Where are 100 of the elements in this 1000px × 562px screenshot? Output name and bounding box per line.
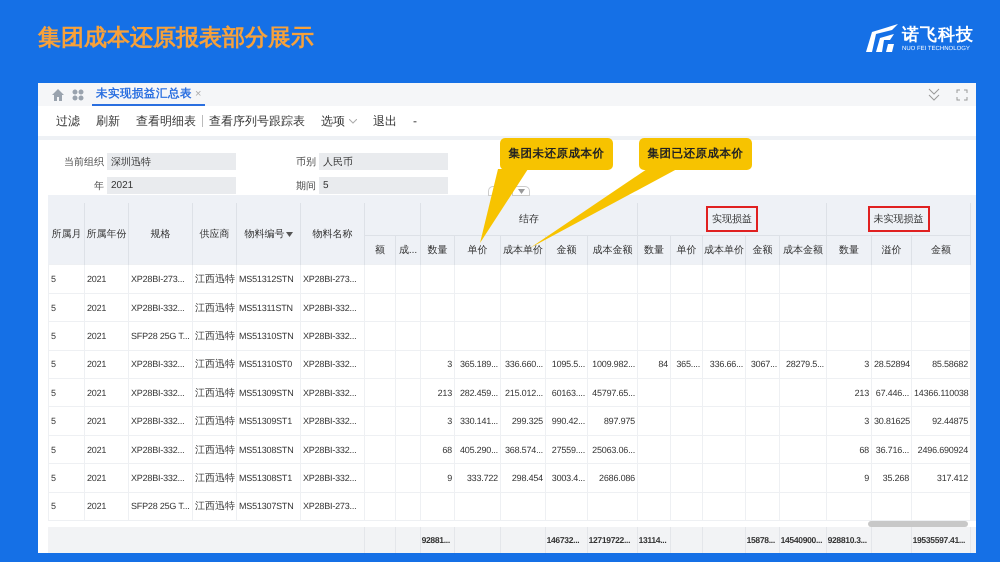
table-cell: 317.412 — [912, 464, 971, 492]
toolbar-button[interactable]: 过滤 — [56, 112, 80, 130]
table-cell: 84 — [638, 350, 670, 379]
table-cell: XP28BI-332... — [128, 350, 192, 379]
filter-field[interactable]: 深圳迅特 — [107, 153, 236, 170]
table-cell: 5 — [48, 435, 84, 464]
table-cell: 江西迅特 — [192, 350, 236, 379]
table-cell: 365.... — [670, 350, 702, 379]
toolbar-button[interactable]: - — [413, 114, 417, 128]
filter-field[interactable]: 5 — [319, 177, 448, 194]
table-cell: 213 — [420, 378, 454, 407]
table-cell: 213 — [826, 378, 872, 407]
table-cell: 299.325 — [500, 406, 546, 436]
logo-icon — [864, 24, 898, 52]
table-cell: 68 — [420, 435, 454, 464]
group-header: 结存 — [518, 212, 540, 228]
chevron-down-icon — [349, 118, 357, 124]
table-cell: MS51311STN — [236, 293, 300, 322]
callout: 集团未还原成本价 — [500, 138, 613, 170]
slide-title: 集团成本还原报表部分展示 — [38, 23, 314, 52]
total-cell: 92881... — [420, 527, 454, 553]
table-cell: 1095.5... — [546, 350, 588, 379]
table-cell: 35.268 — [872, 464, 912, 492]
field-label: 当前组织 — [63, 156, 104, 169]
table-cell: XP28BI-332... — [128, 406, 192, 436]
toolbar-button[interactable]: 查看序列号跟踪表 — [209, 112, 305, 130]
table-cell: 25063.06... — [588, 435, 638, 464]
table-cell: 9 — [826, 464, 872, 492]
table-cell: 5 — [48, 492, 84, 520]
table-cell: 282.459... — [454, 378, 500, 407]
table-cell: 68 — [826, 435, 872, 464]
table-cell: XP28BI-332... — [300, 293, 364, 322]
table-cell: 298.454 — [500, 464, 546, 492]
table-cell: 333.722 — [454, 464, 500, 492]
table-cell: 2021 — [84, 350, 128, 379]
table-cell: XP28BI-273... — [300, 492, 364, 520]
table-cell: MS51309ST1 — [236, 406, 300, 436]
table-cell: XP28BI-332... — [128, 378, 192, 407]
table-cell: 2686.086 — [588, 464, 638, 492]
table-cell: 990.42... — [546, 406, 588, 436]
table-cell: 5 — [48, 464, 84, 492]
table-cell: 2021 — [84, 492, 128, 520]
table-cell: 2021 — [84, 322, 128, 350]
table-cell: 60163.... — [546, 378, 588, 407]
table-cell: 5 — [48, 293, 84, 322]
table-cell: XP28BI-332... — [128, 293, 192, 322]
total-cell: 13114... — [637, 527, 670, 553]
toolbar-button[interactable]: 退出 — [373, 112, 397, 130]
table-cell: XP28BI-332... — [300, 435, 364, 464]
table-cell: 江西迅特 — [192, 322, 236, 350]
callout: 集团已还原成本价 — [639, 138, 752, 170]
table-cell: 江西迅特 — [192, 435, 236, 464]
table-cell: 5 — [48, 378, 84, 407]
table-cell: XP28BI-332... — [300, 322, 364, 350]
total-cell: 14540900... — [779, 527, 826, 553]
table-cell: 215.012... — [500, 378, 546, 407]
total-cell: 12719722... — [587, 527, 638, 553]
table-cell: 江西迅特 — [192, 293, 236, 322]
table-cell: 3067... — [746, 350, 780, 379]
home-icon[interactable] — [52, 88, 64, 100]
toolbar-button[interactable]: 查看明细表 — [136, 112, 196, 130]
table-cell: 336.66... — [702, 350, 746, 379]
total-cell: 19535597.41... — [911, 527, 970, 553]
table-cell: 2021 — [84, 293, 128, 322]
table-cell: 3 — [420, 406, 454, 436]
scrollbar-thumb[interactable] — [868, 521, 968, 527]
table-cell: 45797.65... — [588, 378, 638, 407]
double-chevron-icon[interactable] — [928, 88, 940, 102]
grid-icon[interactable] — [72, 88, 84, 100]
table-cell: 江西迅特 — [192, 464, 236, 492]
table-cell: XP28BI-273... — [128, 264, 192, 294]
table-cell: 3 — [826, 350, 872, 379]
table-cell: 2021 — [84, 406, 128, 436]
total-cell: 146732... — [545, 527, 588, 553]
table-cell: 92.44875 — [912, 406, 971, 436]
table-cell: 9 — [420, 464, 454, 492]
table-cell: 14366.110038 — [912, 378, 971, 407]
table-cell: 336.660... — [500, 350, 546, 379]
field-label: 币别 — [295, 156, 316, 169]
field-label: 年 — [93, 180, 104, 193]
table-cell: 30.81625 — [872, 406, 912, 436]
table-cell: 3 — [420, 350, 454, 379]
table-cell: 江西迅特 — [192, 406, 236, 436]
table-cell: XP28BI-332... — [300, 464, 364, 492]
table-cell: MS51308ST1 — [236, 464, 300, 492]
group-header: 未实现损益 — [868, 206, 930, 232]
table-cell: MS51307STN — [236, 492, 300, 520]
sort-icon[interactable] — [286, 232, 292, 237]
table-cell: 江西迅特 — [192, 264, 236, 294]
options-dropdown[interactable]: 选项 — [321, 112, 357, 130]
filter-field[interactable]: 2021 — [107, 177, 236, 194]
table-cell: 330.141... — [454, 406, 500, 436]
table-cell: 5 — [48, 322, 84, 350]
table-cell: 5 — [48, 264, 84, 294]
logo-name: 诺飞科技 — [902, 24, 974, 46]
filter-field[interactable]: 人民币 — [319, 153, 448, 170]
toolbar-button[interactable]: 刷新 — [96, 112, 120, 130]
fullscreen-icon[interactable] — [956, 88, 968, 100]
report-tab[interactable]: 未实现损益汇总表 × — [92, 83, 206, 106]
table-cell: 江西迅特 — [192, 492, 236, 520]
